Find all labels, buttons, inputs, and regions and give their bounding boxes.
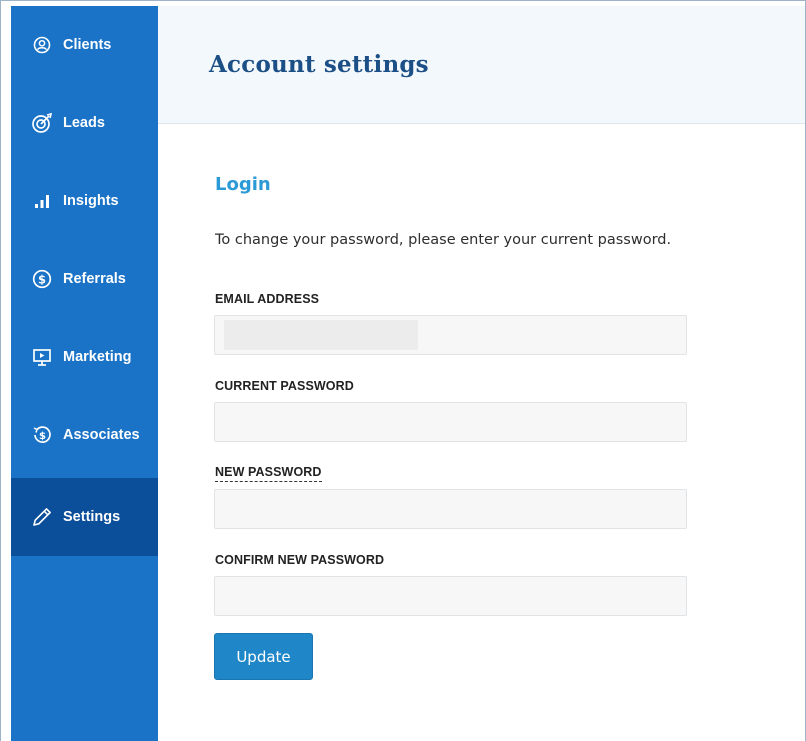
sidebar: Clients Leads Insights $ Referrals Marke… <box>11 6 158 741</box>
new-password-field[interactable] <box>214 489 687 529</box>
sidebar-item-referrals[interactable]: $ Referrals <box>11 240 158 318</box>
confirm-password-label: CONFIRM NEW PASSWORD <box>215 553 385 567</box>
sidebar-item-label: Insights <box>63 193 119 209</box>
user-circle-icon <box>31 34 53 56</box>
confirm-password-field[interactable] <box>214 576 687 616</box>
pencil-icon <box>31 506 53 528</box>
sidebar-item-marketing[interactable]: Marketing <box>11 318 158 396</box>
sidebar-item-leads[interactable]: Leads <box>11 84 158 162</box>
current-password-label: CURRENT PASSWORD <box>215 379 354 393</box>
target-icon <box>31 112 53 134</box>
sidebar-item-label: Referrals <box>63 271 126 287</box>
email-value-redacted <box>224 320 418 350</box>
update-button[interactable]: Update <box>214 633 313 680</box>
sidebar-item-label: Clients <box>63 37 112 53</box>
dollar-cycle-icon: $ <box>31 424 53 446</box>
new-password-label: NEW PASSWORD <box>215 465 322 482</box>
sidebar-item-label: Leads <box>63 115 105 131</box>
current-password-field[interactable] <box>214 402 687 442</box>
sidebar-item-label: Settings <box>63 509 121 525</box>
svg-text:$: $ <box>39 431 46 442</box>
app-window: Clients Leads Insights $ Referrals Marke… <box>0 0 806 741</box>
page-header: Account settings <box>158 6 805 124</box>
presentation-icon <box>31 346 53 368</box>
sidebar-item-clients[interactable]: Clients <box>11 6 158 84</box>
intro-text: To change your password, please enter yo… <box>215 232 672 248</box>
bar-chart-icon <box>31 190 53 212</box>
sidebar-item-label: Associates <box>63 427 140 443</box>
svg-text:$: $ <box>38 272 46 286</box>
section-title: Login <box>215 174 271 195</box>
page-title: Account settings <box>209 51 429 78</box>
sidebar-item-insights[interactable]: Insights <box>11 162 158 240</box>
email-label: EMAIL ADDRESS <box>215 292 320 306</box>
sidebar-item-associates[interactable]: $ Associates <box>11 396 158 474</box>
sidebar-item-label: Marketing <box>63 349 132 365</box>
sidebar-item-settings[interactable]: Settings <box>11 478 158 556</box>
dollar-circle-icon: $ <box>31 268 53 290</box>
